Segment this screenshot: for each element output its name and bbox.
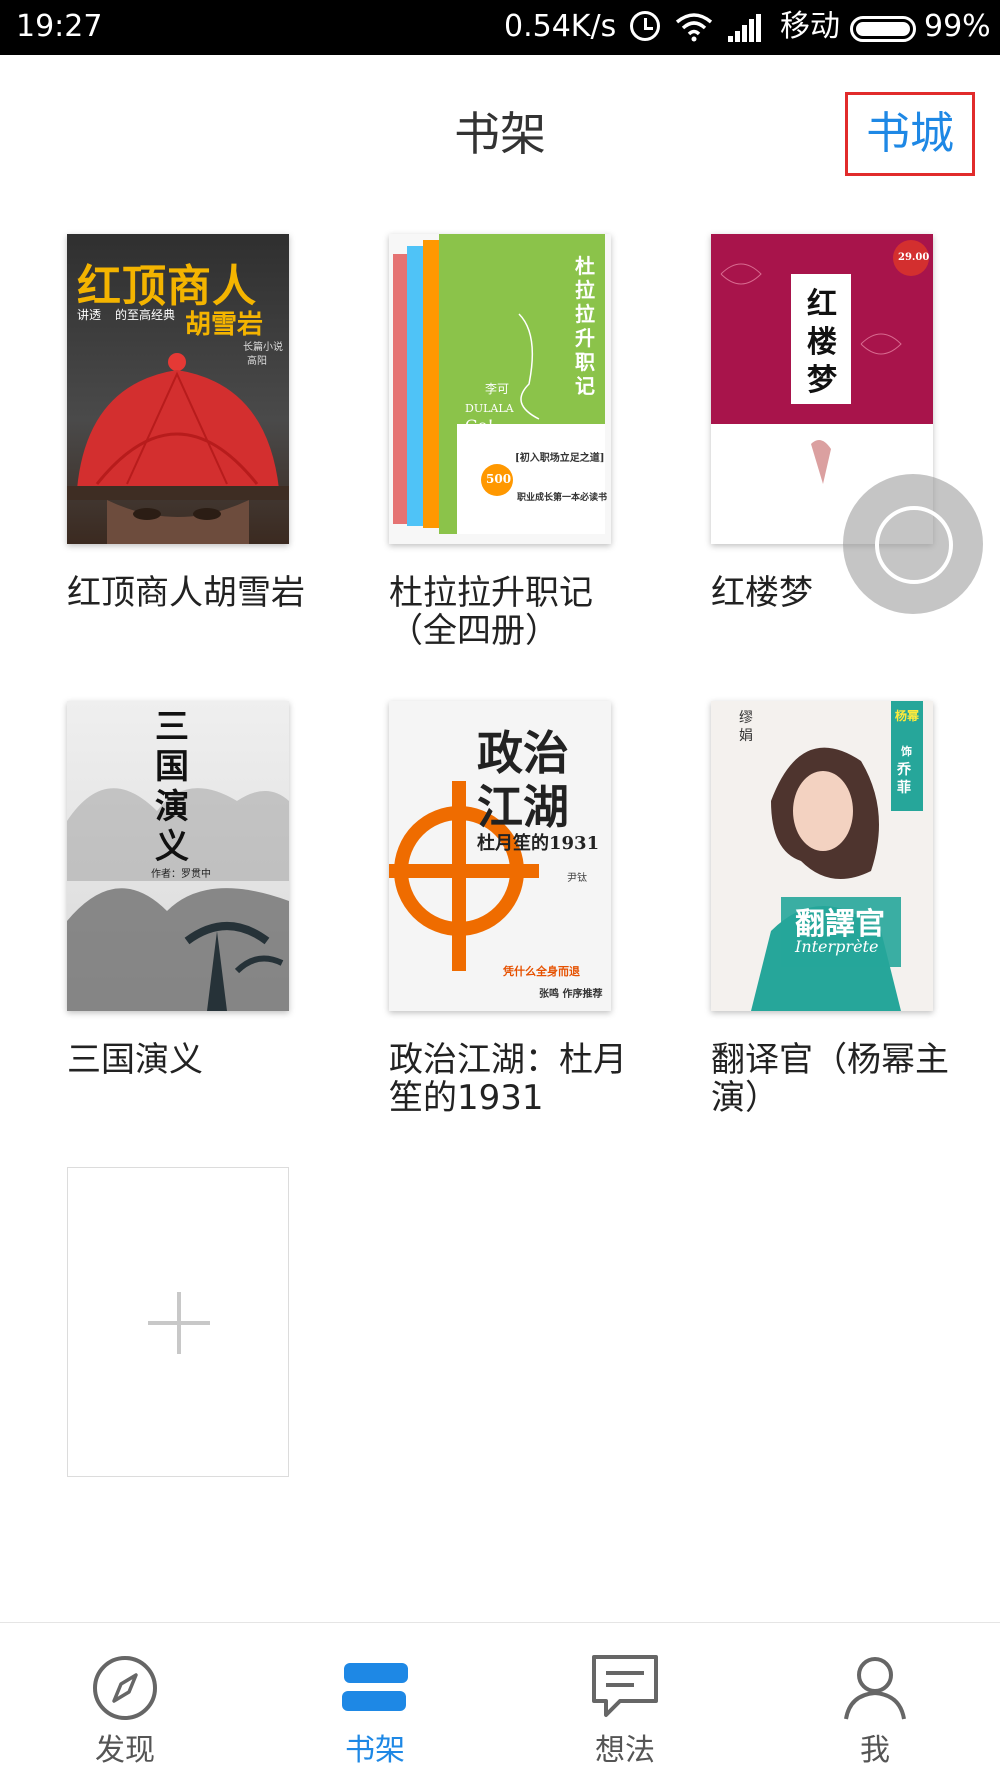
signal-icon — [728, 14, 761, 42]
cover-author: 李可 — [485, 382, 510, 396]
tab-bookshelf-label: 书架 — [345, 1733, 405, 1768]
cover-price: 29.00 — [898, 252, 930, 263]
book-title: 三国演义 — [67, 1040, 203, 1080]
wifi-icon — [675, 13, 713, 42]
book-item[interactable]: 三国演义 作者：罗贯中 三国演义 — [67, 701, 347, 1131]
status-carrier: 移动 — [780, 9, 840, 44]
cover-script: Interprète — [795, 937, 879, 956]
book-title: 红顶商人胡雪岩 — [67, 573, 305, 613]
cover-title: 三国演义 — [155, 707, 189, 867]
cover-line: 凭什么全身而退 — [503, 965, 580, 978]
book-cover[interactable]: 三国演义 作者：罗贯中 — [67, 701, 289, 1011]
cover-subtitle: 杜月笙的1931 — [477, 833, 600, 854]
bottom-nav: 发现 书架 想法 我 — [0, 1622, 1000, 1778]
cover-title-2: 江湖 — [477, 780, 569, 834]
chat-icon — [592, 1655, 658, 1717]
book-cover[interactable]: 杨幂 饰 乔菲 缪娟 翻譯官 Interprète — [711, 701, 933, 1011]
book-item[interactable]: 杜拉拉升职记 李可 DULALA Go! [初入职场立足之道] 500 职业成长… — [389, 234, 669, 664]
floating-assistive-button[interactable] — [843, 474, 983, 614]
alarm-icon — [630, 11, 660, 41]
tab-thoughts-label: 想法 — [595, 1733, 655, 1768]
book-item[interactable]: 红顶商人 胡雪岩 讲透 的至高经典 长篇小说 高阳 红顶商人胡雪岩 — [67, 234, 347, 664]
cover-tag-2: 饰 — [901, 745, 912, 758]
battery-icon — [850, 16, 916, 42]
compass-icon — [93, 1656, 157, 1720]
cover-tag-1: 杨幂 — [895, 709, 920, 723]
cover-title: 红楼梦 — [807, 287, 837, 398]
cover-bracket: [初入职场立足之道] — [515, 453, 605, 464]
cover-footer: 张鸣 作序推荐 — [539, 989, 603, 1000]
cover-author: 缪娟 — [739, 710, 753, 744]
bookshelf-icon — [342, 1663, 408, 1711]
cover-title: 杜拉拉升职记 — [575, 254, 595, 398]
book-item[interactable]: 政治 江湖 杜月笙的1931 尹钛 凭什么全身而退 张鸣 作序推荐 政治江湖：杜… — [389, 701, 669, 1131]
plus-icon-vertical — [177, 1292, 181, 1354]
book-item[interactable]: 杨幂 饰 乔菲 缪娟 翻譯官 Interprète 翻译官（杨幂主演） — [711, 701, 991, 1131]
book-title: 杜拉拉升职记（全四册） — [389, 573, 593, 651]
portrait-illustration — [751, 701, 923, 1011]
status-network-speed: 0.54K/s — [504, 9, 617, 44]
status-battery-percent: 99% — [924, 9, 991, 44]
status-time: 19:27 — [16, 9, 103, 44]
cover-price-badge: 500 — [486, 472, 512, 486]
status-bar: 19:27 0.54K/s 移动 99% — [0, 0, 1000, 55]
cover-brand: DULALA — [465, 402, 514, 415]
tab-me[interactable]: 我 — [750, 1623, 1000, 1778]
add-book-button[interactable] — [67, 1167, 289, 1477]
book-cover[interactable]: 红顶商人 胡雪岩 讲透 的至高经典 长篇小说 高阳 — [67, 234, 289, 544]
tab-bookshelf[interactable]: 书架 — [250, 1623, 500, 1778]
person-icon — [844, 1657, 906, 1720]
bookstore-button[interactable]: 书城 — [845, 92, 975, 176]
tab-discover-label: 发现 — [95, 1733, 155, 1768]
hat-illustration — [67, 353, 289, 544]
cover-author-line: 作者：罗贯中 — [151, 869, 211, 880]
book-title: 翻译官（杨幂主演） — [711, 1040, 949, 1118]
tab-discover[interactable]: 发现 — [0, 1623, 250, 1778]
cover-author: 尹钛 — [567, 873, 587, 884]
cover-line: 职业成长第一本必读书 — [517, 493, 608, 503]
tab-thoughts[interactable]: 想法 — [500, 1623, 750, 1778]
cover-go: Go! — [465, 416, 494, 435]
book-cover[interactable]: 杜拉拉升职记 李可 DULALA Go! [初入职场立足之道] 500 职业成长… — [389, 234, 611, 544]
tab-me-label: 我 — [860, 1733, 890, 1768]
cover-tag-3: 乔菲 — [897, 762, 911, 796]
book-title: 政治江湖：杜月笙的1931 — [389, 1040, 627, 1118]
book-cover[interactable]: 政治 江湖 杜月笙的1931 尹钛 凭什么全身而退 张鸣 作序推荐 — [389, 701, 611, 1011]
